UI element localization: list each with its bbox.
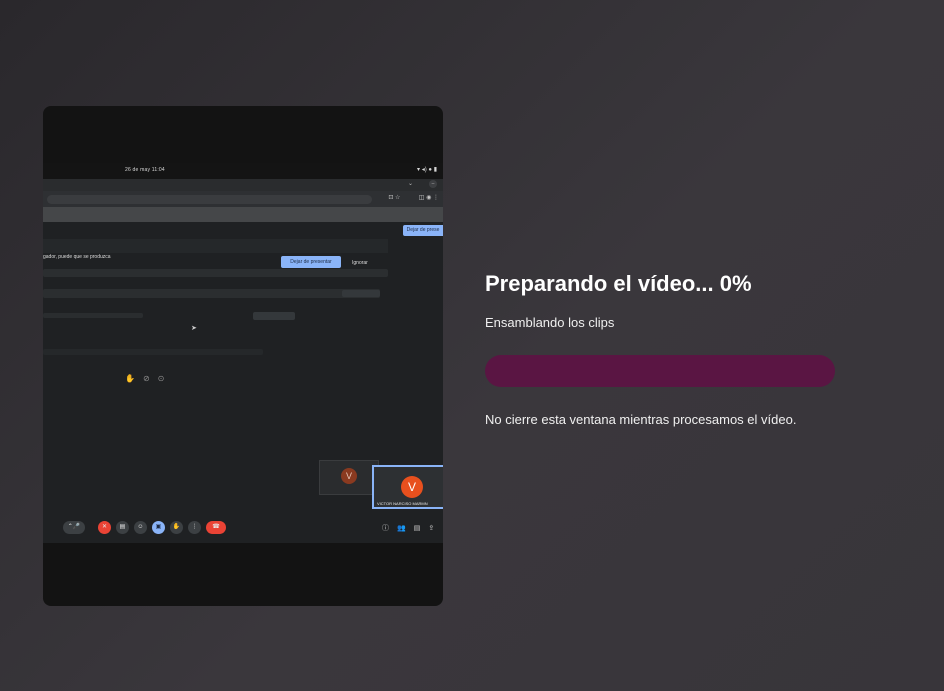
close-icon: –: [429, 180, 437, 188]
avatar: V: [341, 468, 357, 484]
browser-address-bar: ⊡ ☆ ◫ ◉ ⋮: [43, 191, 443, 207]
end-call-icon: ☎: [206, 521, 226, 534]
more-icon: ⋮: [188, 521, 201, 534]
faint-row: [43, 313, 143, 318]
faint-row: [43, 349, 263, 355]
captions-icon: ▤: [116, 521, 129, 534]
raise-hand-icon: ✋: [170, 521, 183, 534]
avatar: V: [401, 476, 423, 498]
faint-button: [253, 312, 295, 320]
recorded-screen: 26 de may 11:04 ▾ ◂) ● ▮ ⌄ – ⊡ ☆ ◫ ◉ ⋮ D…: [43, 163, 443, 543]
camera-off-icon: ✕: [98, 521, 111, 534]
processing-notice: No cierre esta ventana mientras procesam…: [485, 412, 797, 427]
dialog-text: gador, puede que se produzca: [43, 254, 111, 260]
chevron-down-icon: ⌄: [407, 181, 413, 187]
system-tray-icons: ▾ ◂) ● ▮: [417, 167, 437, 173]
system-bar: 26 de may 11:04 ▾ ◂) ● ▮: [43, 163, 443, 179]
emoji-icon: ☺: [134, 521, 147, 534]
participant-name: VICTOR NARCISO MARMN: [377, 501, 428, 506]
faint-row: [43, 289, 380, 298]
faint-icons: ✋⊘⊙: [125, 374, 173, 383]
mic-icon: ⌃🎤: [63, 521, 85, 534]
processing-step: Ensamblando los clips: [485, 315, 615, 330]
faint-row: [43, 239, 388, 253]
browser-tab-bar: ⌄ –: [43, 179, 443, 191]
faint-button: [342, 290, 380, 297]
dialog-stop-button: Dejar de presentar: [281, 256, 341, 268]
processing-title: Preparando el vídeo... 0%: [485, 271, 752, 296]
url-field: [47, 195, 372, 204]
cursor-icon: ➤: [191, 325, 197, 332]
progress-bar: [485, 355, 835, 387]
meet-side-icons: ⓘ👥▤⇪: [382, 525, 443, 532]
stop-presenting-button: Dejar de prese: [403, 225, 443, 236]
meet-banner: [43, 207, 443, 222]
video-preview: 26 de may 11:04 ▾ ◂) ● ▮ ⌄ – ⊡ ☆ ◫ ◉ ⋮ D…: [43, 106, 443, 606]
browser-toolbar-icons: ⊡ ☆ ◫ ◉ ⋮: [388, 195, 439, 201]
present-icon: ▣: [152, 521, 165, 534]
participant-tile: V VICTOR NARCISO MARMN: [372, 465, 443, 509]
system-clock: 26 de may 11:04: [125, 167, 165, 173]
dialog-ignore-link: Ignorar: [352, 260, 368, 266]
participant-tile-small: V: [319, 460, 379, 495]
faint-row: [43, 269, 388, 277]
